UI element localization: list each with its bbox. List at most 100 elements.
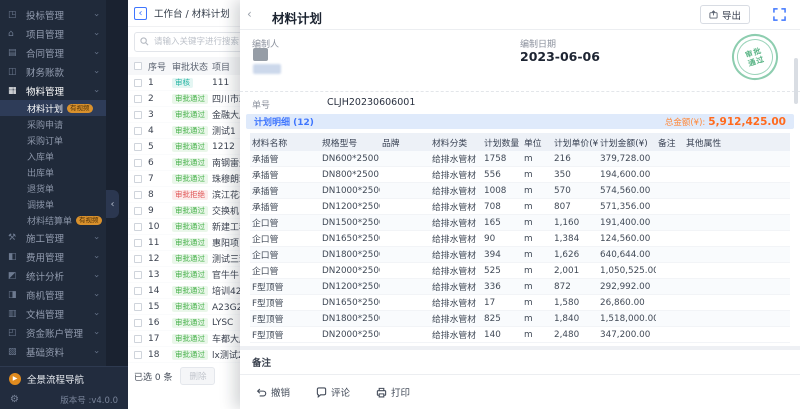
row-checkbox[interactable]	[134, 319, 142, 327]
row-checkbox[interactable]	[134, 223, 142, 231]
table-row[interactable]: F型顶管 DN1800*2500 给排水管材 825 m 1,840 1,518…	[250, 311, 790, 327]
remark-section: 备注 暂无备注	[240, 350, 800, 374]
sidebar-item[interactable]: ▧ 基础资料 ›	[0, 342, 106, 361]
chevron-down-icon: ›	[91, 51, 101, 55]
plan-unit-price: 2,001	[552, 266, 598, 276]
sidebar-collapse-handle[interactable]: ‹	[106, 190, 119, 218]
sidebar-item[interactable]: ◫ 财务账款 ›	[0, 62, 106, 81]
spec-model: DN1800*2500	[320, 314, 380, 324]
row-checkbox[interactable]	[134, 79, 142, 87]
table-row[interactable]: 企口管 DN1650*2500 给排水管材 90 m 1,384 124,560…	[250, 231, 790, 247]
row-checkbox[interactable]	[134, 303, 142, 311]
menu-item-label: 投标管理	[26, 8, 64, 22]
plan-unit-price: 350	[552, 170, 598, 180]
table-row[interactable]: 企口管 DN1800*2500 给排水管材 394 m 1,626 640,64…	[250, 247, 790, 263]
sidebar-item[interactable]: 入库单	[0, 148, 106, 164]
menu-item-label: 物料管理	[26, 84, 64, 98]
menu-item-icon: ▥	[8, 309, 20, 319]
material-name: F型顶管	[250, 312, 320, 325]
sidebar-menu: ◳ 投标管理 › ⌂ 项目管理 › ▤ 合同管理 ›	[0, 0, 106, 380]
sidebar-item[interactable]: 出库单	[0, 164, 106, 180]
sidebar-item[interactable]: ◩ 统计分析 ›	[0, 266, 106, 285]
row-checkbox[interactable]	[134, 335, 142, 343]
row-checkbox[interactable]	[134, 127, 142, 135]
scrollbar[interactable]	[794, 58, 798, 104]
back-button[interactable]: ‹	[134, 7, 147, 20]
row-checkbox[interactable]	[134, 159, 142, 167]
row-checkbox[interactable]	[134, 191, 142, 199]
chevron-down-icon: ›	[91, 312, 101, 316]
drawer-collapse-icon[interactable]: ‹	[247, 7, 252, 21]
sidebar-item[interactable]: ▥ 文档管理 ›	[0, 304, 106, 323]
gear-icon[interactable]: ⚙	[10, 394, 19, 405]
material-name: 企口管	[250, 216, 320, 229]
sidebar-item[interactable]: ◳ 投标管理 ›	[0, 5, 106, 24]
plan-unit-price: 1,160	[552, 218, 598, 228]
status-badge: 审批通过	[172, 158, 208, 168]
row-checkbox[interactable]	[134, 239, 142, 247]
row-checkbox[interactable]	[134, 271, 142, 279]
sidebar-item[interactable]: 调拨单	[0, 196, 106, 212]
table-row[interactable]: F型顶管 DN1650*2500 给排水管材 17 m 1,580 26,860…	[250, 295, 790, 311]
undo-button[interactable]: 撤销	[256, 385, 290, 399]
sidebar-item[interactable]: ◰ 资金账户管理 ›	[0, 323, 106, 342]
menu-item-label: 项目管理	[26, 27, 64, 41]
sidebar-item[interactable]: 材料计划 有视频	[0, 100, 106, 116]
table-row[interactable]: 承插管 DN600*2500 给排水管材 1758 m 216 379,728.…	[250, 151, 790, 167]
total-amount-value: 5,912,425.00	[708, 116, 786, 128]
row-no: 10	[148, 222, 172, 232]
sidebar-item[interactable]: ⌂ 项目管理 ›	[0, 24, 106, 43]
sidebar-item[interactable]: ◨ 商机管理 ›	[0, 285, 106, 304]
row-checkbox[interactable]	[134, 351, 142, 359]
material-name: F型顶管	[250, 280, 320, 293]
table-row[interactable]: 企口管 DN1500*2500 给排水管材 165 m 1,160 191,40…	[250, 215, 790, 231]
menu-item-label: 材料计划	[27, 102, 63, 115]
comment-button[interactable]: 评论	[316, 385, 350, 399]
chevron-down-icon: ›	[91, 32, 101, 36]
row-checkbox[interactable]	[134, 143, 142, 151]
row-checkbox[interactable]	[134, 207, 142, 215]
table-row[interactable]: F型顶管 DN1200*2500 给排水管材 336 m 872 292,992…	[250, 279, 790, 295]
export-button[interactable]: 导出	[700, 5, 750, 24]
menu-item-icon: ◰	[8, 328, 20, 338]
table-row[interactable]: 承插管 DN1000*2500 给排水管材 1008 m 570 574,560…	[250, 183, 790, 199]
export-icon	[709, 10, 718, 19]
material-category: 给排水管材	[430, 216, 482, 229]
search-icon	[140, 37, 149, 46]
print-button[interactable]: 打印	[376, 385, 410, 399]
drawer-header: ‹ 材料计划 导出	[240, 0, 800, 30]
plan-quantity: 1008	[482, 186, 522, 196]
plan-unit-price: 1,384	[552, 234, 598, 244]
table-row[interactable]: 承插管 DN800*2500 给排水管材 556 m 350 194,600.0…	[250, 167, 790, 183]
table-row[interactable]: 企口管 DN2000*2500 给排水管材 525 m 2,001 1,050,…	[250, 263, 790, 279]
plan-amount: 640,644.00	[598, 250, 656, 260]
row-checkbox[interactable]	[134, 287, 142, 295]
sidebar-item[interactable]: ▤ 合同管理 ›	[0, 43, 106, 62]
row-checkbox[interactable]	[134, 255, 142, 263]
plan-amount: 191,400.00	[598, 218, 656, 228]
row-no: 9	[148, 206, 172, 216]
select-all-checkbox[interactable]	[134, 62, 142, 70]
sidebar-item[interactable]: ◧ 费用管理 ›	[0, 247, 106, 266]
panorama-nav-button[interactable]: ▶ 全景流程导航	[0, 367, 128, 390]
row-checkbox[interactable]	[134, 95, 142, 103]
table-row[interactable]: F型顶管 DN2000*2500 给排水管材 140 m 2,480 347,2…	[250, 327, 790, 343]
sidebar-item[interactable]: 采购订单	[0, 132, 106, 148]
menu-item-label: 材料结算单	[27, 214, 72, 227]
delete-button[interactable]: 删除	[180, 367, 215, 385]
plan-amount: 571,356.00	[598, 202, 656, 212]
sidebar-item[interactable]: 材料结算单 有视频	[0, 212, 106, 228]
row-checkbox[interactable]	[134, 175, 142, 183]
unit: m	[522, 186, 552, 196]
sidebar-item[interactable]: 采购申请	[0, 116, 106, 132]
sidebar-item[interactable]: ⚒ 施工管理 ›	[0, 228, 106, 247]
sidebar-item[interactable]: ▦ 物料管理 ›	[0, 81, 106, 100]
material-name: F型顶管	[250, 328, 320, 341]
sidebar-item[interactable]: 退货单	[0, 180, 106, 196]
table-row[interactable]: 承插管 DN1200*2500 给排水管材 708 m 807 571,356.…	[250, 199, 790, 215]
material-name: 承插管	[250, 152, 320, 165]
row-checkbox[interactable]	[134, 111, 142, 119]
fullscreen-icon[interactable]	[773, 8, 786, 21]
unit: m	[522, 266, 552, 276]
menu-item-label: 合同管理	[26, 46, 64, 60]
